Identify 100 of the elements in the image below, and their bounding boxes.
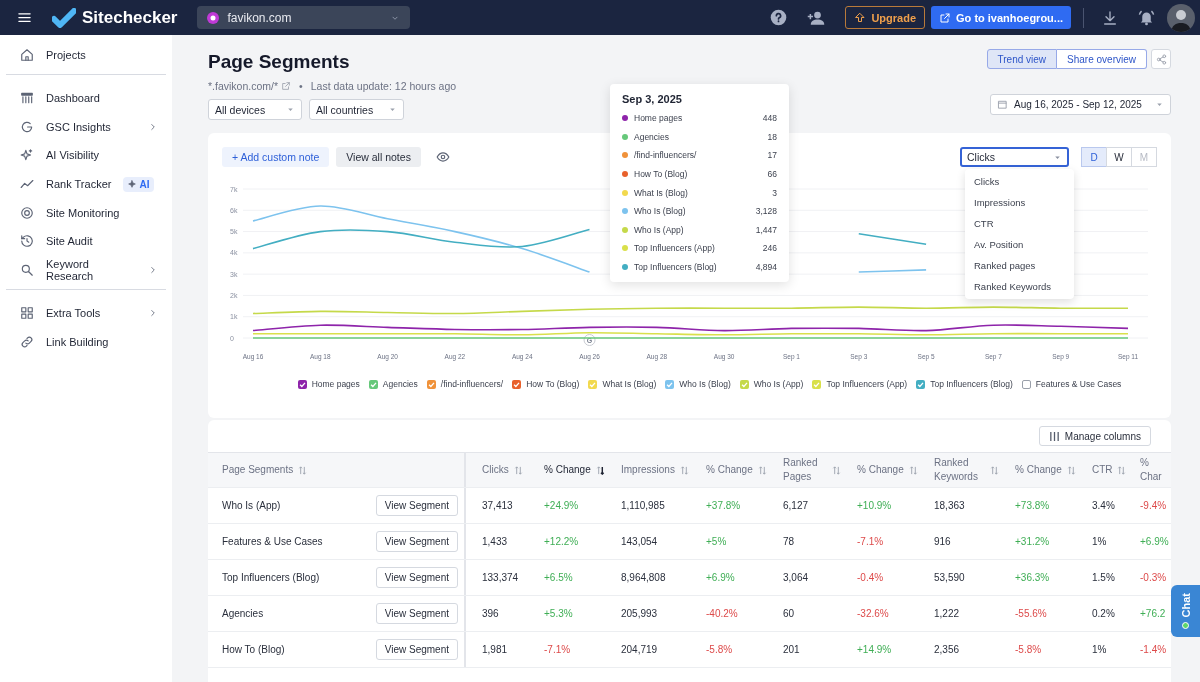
download-icon[interactable] xyxy=(1102,9,1118,26)
brand-name: Sitechecker xyxy=(82,7,178,28)
sidebar-item[interactable]: Keyword Research xyxy=(6,255,166,285)
change-value: +6.9% xyxy=(1140,536,1169,547)
series-name: Who Is (Blog) xyxy=(634,206,687,217)
legend-label: Who Is (Blog) xyxy=(679,379,731,389)
column-header[interactable]: Page Segments xyxy=(222,463,294,477)
change-value: -32.6% xyxy=(857,608,889,619)
legend-checkbox[interactable] xyxy=(297,379,307,389)
legend-label: Features & Use Cases xyxy=(1035,379,1122,389)
metric-option[interactable]: Ranked Keywords xyxy=(965,276,1074,297)
view-segment-button[interactable]: View Segment xyxy=(375,639,458,660)
legend-checkbox[interactable] xyxy=(1021,379,1031,389)
column-header[interactable]: Ranked Keywords xyxy=(934,456,985,484)
column-header[interactable]: Ranked Pages xyxy=(783,456,827,484)
sidebar-item[interactable]: Link Building xyxy=(6,327,166,356)
column-header[interactable]: % Change xyxy=(706,463,753,477)
table-cell: 133,374 xyxy=(482,572,519,583)
domain-link[interactable]: *.favikon.com/* xyxy=(208,80,279,92)
metric-option[interactable]: Av. Position xyxy=(965,234,1074,255)
date-range-picker[interactable]: Aug 16, 2025 - Sep 12, 2025 xyxy=(990,94,1171,115)
share-button[interactable] xyxy=(1151,49,1171,69)
user-avatar[interactable] xyxy=(1167,3,1195,32)
series-value: 18 xyxy=(767,131,777,142)
upgrade-button[interactable]: Upgrade xyxy=(845,6,926,29)
period-button[interactable]: W xyxy=(1106,147,1132,167)
series-name: What Is (Blog) xyxy=(634,187,689,198)
table-cell: 1,110,985 xyxy=(621,500,665,511)
chat-button[interactable]: Chat xyxy=(1171,585,1200,637)
menu-icon[interactable] xyxy=(17,10,32,25)
change-value: -5.8% xyxy=(706,644,733,655)
table-cell: 1,222 xyxy=(934,608,960,619)
view-segment-button[interactable]: View Segment xyxy=(375,495,458,516)
legend-checkbox[interactable] xyxy=(588,379,598,389)
metric-option[interactable]: Ranked pages xyxy=(965,255,1074,276)
manage-columns-button[interactable]: Manage columns xyxy=(1038,426,1151,446)
view-toggle-tab[interactable]: Share overview xyxy=(1057,49,1147,69)
sidebar-item[interactable]: Projects xyxy=(6,41,166,70)
metric-option[interactable]: Impressions xyxy=(965,192,1074,213)
metric-dropdown[interactable]: Clicks xyxy=(960,147,1069,167)
series-value: 66 xyxy=(767,169,777,180)
search-icon xyxy=(20,263,34,278)
sidebar-item[interactable]: GSC Insights xyxy=(6,112,166,142)
legend-label: How To (Blog) xyxy=(526,379,580,389)
add-user-icon[interactable] xyxy=(807,9,826,26)
bell-icon[interactable] xyxy=(1138,9,1155,26)
legend-checkbox[interactable] xyxy=(665,379,675,389)
view-notes-button[interactable]: View all notes xyxy=(336,147,421,167)
table-cell: 18,363 xyxy=(934,500,965,511)
sidebar-item[interactable]: Extra Tools xyxy=(6,298,166,328)
view-toggle-tab[interactable]: Trend view xyxy=(986,49,1058,69)
series-value: 3,128 xyxy=(755,206,777,217)
view-segment-button[interactable]: View Segment xyxy=(375,567,458,588)
column-header[interactable]: Impressions xyxy=(621,463,675,477)
legend-label: Home pages xyxy=(311,379,360,389)
legend-checkbox[interactable] xyxy=(426,379,436,389)
change-value: +14.9% xyxy=(857,644,892,655)
sidebar-item[interactable]: Site Monitoring xyxy=(6,198,166,228)
metric-option[interactable]: CTR xyxy=(965,213,1074,234)
table-cell: 201 xyxy=(783,644,800,655)
letter-g-icon xyxy=(20,119,34,134)
view-segment-button[interactable]: View Segment xyxy=(375,603,458,624)
sidebar-item[interactable]: AI Visibility xyxy=(6,141,166,170)
filter-dropdown[interactable]: All devices xyxy=(208,99,302,120)
series-value: 4,894 xyxy=(755,262,777,273)
legend-checkbox[interactable] xyxy=(512,379,522,389)
change-value: +73.8% xyxy=(1015,500,1050,511)
period-button[interactable]: D xyxy=(1081,147,1107,167)
legend-label: Agencies xyxy=(382,379,418,389)
change-value: -40.2% xyxy=(706,608,738,619)
view-segment-button[interactable]: View Segment xyxy=(375,531,458,552)
help-icon[interactable] xyxy=(770,9,788,26)
go-to-site-button[interactable]: Go to ivanhoegrou... xyxy=(931,6,1071,29)
change-value: -5.8% xyxy=(1015,644,1042,655)
metric-option[interactable]: Clicks xyxy=(965,171,1074,192)
legend-checkbox[interactable] xyxy=(739,379,749,389)
legend-checkbox[interactable] xyxy=(916,379,926,389)
legend-checkbox[interactable] xyxy=(368,379,378,389)
sidebar-item[interactable]: Site Audit xyxy=(6,227,166,256)
ai-badge: AI xyxy=(123,176,155,192)
table-cell: 204,719 xyxy=(621,644,658,655)
change-value: -0.4% xyxy=(857,572,884,583)
series-value: 448 xyxy=(762,113,777,124)
sidebar-item[interactable]: Rank Tracker AI xyxy=(6,169,166,199)
sidebar-item[interactable]: Dashboard xyxy=(6,83,166,113)
column-header[interactable]: Clicks xyxy=(482,463,509,477)
table-cell: 2,356 xyxy=(934,644,960,655)
column-header[interactable]: % Change xyxy=(857,463,904,477)
column-header[interactable]: % Change xyxy=(1015,463,1062,477)
link-icon xyxy=(20,334,34,349)
column-header[interactable]: % Char xyxy=(1140,456,1172,484)
sort-icon[interactable] xyxy=(595,465,605,475)
site-selector[interactable]: favikon.com xyxy=(197,6,411,29)
eye-icon[interactable] xyxy=(435,150,450,164)
column-header[interactable]: % Change xyxy=(544,463,591,477)
legend-checkbox[interactable] xyxy=(812,379,822,389)
column-header[interactable]: CTR xyxy=(1092,463,1112,477)
change-value: +24.9% xyxy=(544,500,579,511)
add-note-button[interactable]: + Add custom note xyxy=(222,147,330,167)
filter-dropdown[interactable]: All countries xyxy=(309,99,404,120)
